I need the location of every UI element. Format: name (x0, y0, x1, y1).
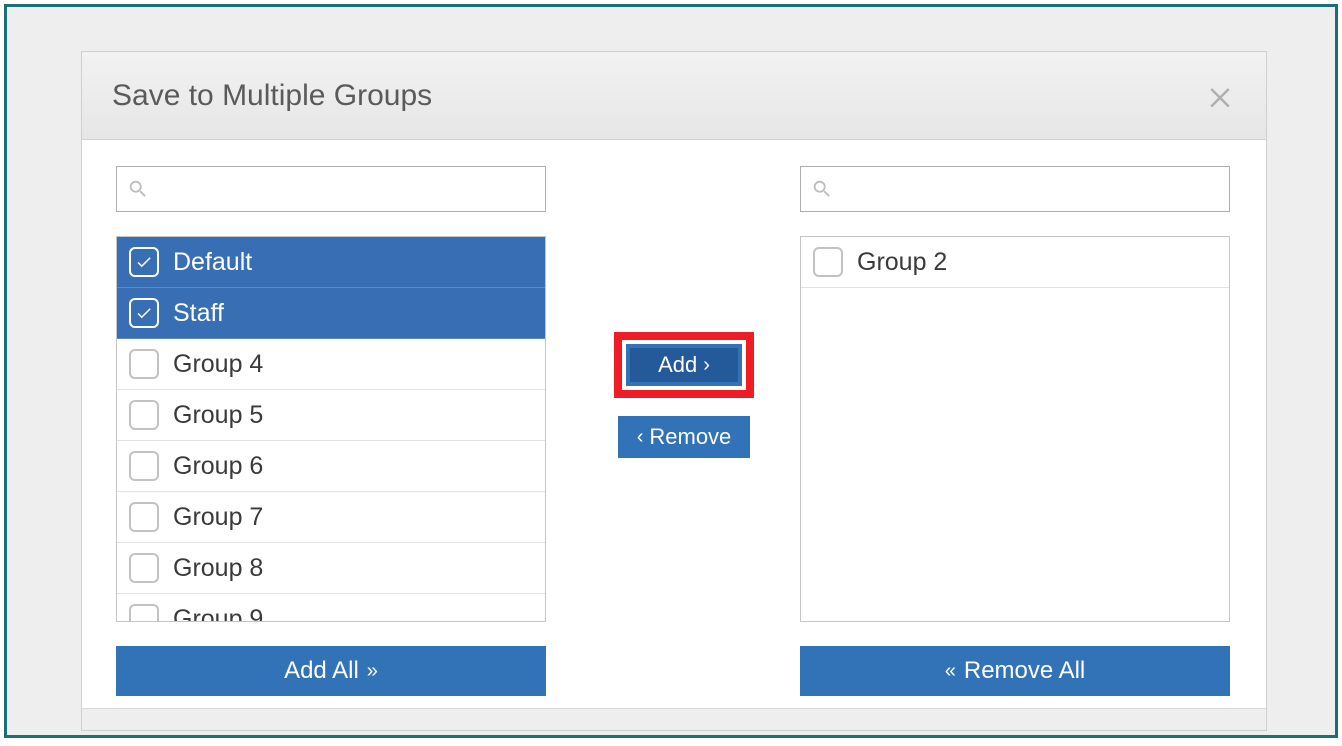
list-item[interactable]: Group 2 (801, 237, 1229, 288)
list-item[interactable]: Group 5 (117, 390, 545, 441)
dialog-save-to-multiple-groups: Save to Multiple Groups Default Staff Grou… (81, 51, 1267, 731)
checkbox[interactable] (129, 400, 159, 430)
chevron-right-icon: › (703, 355, 710, 375)
list-item[interactable]: Staff (117, 288, 545, 339)
add-label: Add (658, 352, 697, 378)
list-item-label: Group 4 (173, 350, 263, 379)
checkbox[interactable] (129, 553, 159, 583)
check-icon (135, 253, 153, 271)
available-groups-list[interactable]: Default Staff Group 4 Group 5 Group 6 Group 7… (116, 236, 546, 622)
remove-all-label: Remove All (964, 657, 1085, 685)
checkbox[interactable] (129, 247, 159, 277)
selected-search-box[interactable] (800, 166, 1230, 212)
list-item-label: Group 5 (173, 401, 263, 430)
add-all-label: Add All (284, 657, 359, 685)
list-item[interactable]: Group 8 (117, 543, 545, 594)
checkbox[interactable] (129, 604, 159, 622)
selected-search-input[interactable] (841, 167, 1223, 211)
search-icon (811, 178, 833, 200)
dialog-title: Save to Multiple Groups (112, 79, 432, 113)
close-icon (1205, 81, 1235, 111)
list-item-label: Group 8 (173, 554, 263, 583)
search-icon (127, 178, 149, 200)
remove-button[interactable]: ‹ Remove (618, 416, 750, 458)
checkbox[interactable] (129, 451, 159, 481)
available-search-box[interactable] (116, 166, 546, 212)
add-button-highlight: Add › (614, 332, 754, 398)
dialog-body: Default Staff Group 4 Group 5 Group 6 Group 7… (82, 140, 1266, 730)
checkbox[interactable] (129, 349, 159, 379)
dialog-footer (82, 708, 1266, 730)
available-groups-panel: Default Staff Group 4 Group 5 Group 6 Group 7… (116, 166, 546, 696)
double-chevron-left-icon: « (945, 661, 956, 681)
double-chevron-right-icon: » (367, 661, 378, 681)
remove-all-button[interactable]: « Remove All (800, 646, 1230, 696)
transfer-buttons: Add › ‹ Remove (604, 332, 764, 458)
chevron-left-icon: ‹ (637, 427, 644, 447)
list-item[interactable]: Group 9 (117, 594, 545, 622)
list-item[interactable]: Group 6 (117, 441, 545, 492)
selected-groups-panel: Group 2 « Remove All (800, 166, 1230, 696)
available-search-input[interactable] (157, 167, 539, 211)
list-item[interactable]: Default (117, 237, 545, 288)
list-item-label: Group 9 (173, 605, 263, 623)
close-button[interactable] (1200, 76, 1240, 116)
list-item-label: Staff (173, 299, 224, 328)
list-item-label: Group 6 (173, 452, 263, 481)
list-item[interactable]: Group 4 (117, 339, 545, 390)
list-item[interactable]: Group 7 (117, 492, 545, 543)
dialog-header: Save to Multiple Groups (82, 52, 1266, 140)
checkbox[interactable] (129, 298, 159, 328)
add-button[interactable]: Add › (626, 344, 742, 386)
checkbox[interactable] (129, 502, 159, 532)
check-icon (135, 304, 153, 322)
add-all-button[interactable]: Add All » (116, 646, 546, 696)
remove-label: Remove (649, 424, 731, 450)
window-frame: Save to Multiple Groups Default Staff Grou… (4, 4, 1338, 738)
checkbox[interactable] (813, 247, 843, 277)
list-item-label: Group 2 (857, 248, 947, 277)
list-item-label: Default (173, 248, 252, 277)
list-item-label: Group 7 (173, 503, 263, 532)
selected-groups-list[interactable]: Group 2 (800, 236, 1230, 622)
